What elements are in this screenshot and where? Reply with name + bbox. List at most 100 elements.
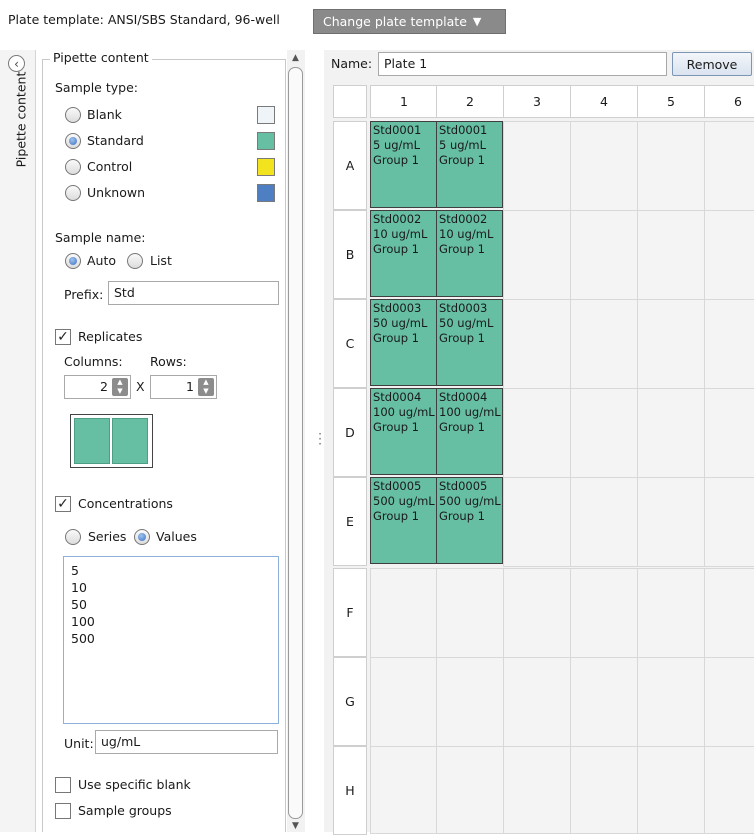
plate-well[interactable] xyxy=(370,746,438,834)
plate-well[interactable] xyxy=(570,299,638,389)
conc-mode-series-radio[interactable] xyxy=(65,529,81,545)
plate-well[interactable]: Std0004 100 ug/mL Group 1 xyxy=(436,388,503,475)
row-header[interactable]: B xyxy=(333,210,367,299)
well-text-line: Group 1 xyxy=(373,331,419,345)
name-mode-auto-radio[interactable] xyxy=(65,253,81,269)
plate-well[interactable] xyxy=(503,746,571,834)
plate-well[interactable]: Std0001 5 ug/mL Group 1 xyxy=(370,121,437,208)
column-header[interactable]: 2 xyxy=(436,85,504,118)
change-plate-template-button[interactable]: Change plate template ▼ xyxy=(313,9,506,34)
well-text-line: Std0003 xyxy=(439,301,488,315)
name-mode-list-radio[interactable] xyxy=(127,253,143,269)
scroll-down-icon[interactable]: ▼ xyxy=(292,821,299,831)
plate-well[interactable] xyxy=(436,568,504,658)
plate-well[interactable] xyxy=(570,746,638,834)
row-header[interactable]: F xyxy=(333,568,367,657)
sample-type-blank-radio[interactable] xyxy=(65,107,81,123)
plate-well[interactable] xyxy=(503,210,571,300)
concentrations-checkbox[interactable]: ✓ xyxy=(55,496,71,512)
row-header[interactable]: D xyxy=(333,388,367,477)
unit-input[interactable]: ug/mL xyxy=(95,730,278,754)
row-header[interactable]: C xyxy=(333,299,367,388)
rows-value: 1 xyxy=(186,379,194,394)
plate-well[interactable] xyxy=(570,121,638,211)
plate-well[interactable] xyxy=(503,568,571,658)
column-header[interactable]: 4 xyxy=(570,85,638,118)
plate-name-input[interactable]: Plate 1 xyxy=(378,52,667,76)
plate-well[interactable] xyxy=(704,657,754,747)
stepper-arrows-icon[interactable]: ▲ ▼ xyxy=(112,378,128,396)
row-header[interactable]: G xyxy=(333,657,367,746)
plate-well[interactable] xyxy=(704,746,754,834)
concentration-value-line: 50 xyxy=(71,597,87,612)
plate-well[interactable] xyxy=(637,388,705,478)
plate-well[interactable] xyxy=(637,299,705,389)
plate-well[interactable]: Std0003 50 ug/mL Group 1 xyxy=(370,299,437,386)
plate-well[interactable]: Std0002 10 ug/mL Group 1 xyxy=(370,210,437,297)
plate-well[interactable] xyxy=(570,210,638,300)
scrollbar-thumb[interactable] xyxy=(288,67,303,819)
rows-stepper[interactable]: 1 ▲ ▼ xyxy=(150,375,217,399)
plate-well[interactable]: Std0005 500 ug/mL Group 1 xyxy=(370,477,437,564)
well-text-line: 50 ug/mL xyxy=(373,316,428,330)
conc-mode-series-label: Series xyxy=(88,529,127,544)
plate-well[interactable]: Std0001 5 ug/mL Group 1 xyxy=(436,121,503,208)
plate-well[interactable] xyxy=(570,388,638,478)
concentration-values-textarea[interactable]: 5 10 50 100 500 xyxy=(63,556,279,724)
replicates-checkbox[interactable]: ✓ xyxy=(55,329,71,345)
plate-well[interactable] xyxy=(370,568,438,658)
sample-groups-checkbox[interactable] xyxy=(55,803,71,819)
use-specific-blank-checkbox[interactable] xyxy=(55,777,71,793)
sample-type-control-radio[interactable] xyxy=(65,159,81,175)
well-text-line: 10 ug/mL xyxy=(439,227,494,241)
plate-well[interactable] xyxy=(637,746,705,834)
column-header[interactable]: 1 xyxy=(370,85,438,118)
plate-well[interactable] xyxy=(503,657,571,747)
scroll-up-icon[interactable]: ▲ xyxy=(292,53,299,63)
plate-well[interactable] xyxy=(704,299,754,389)
column-header[interactable]: 3 xyxy=(503,85,571,118)
plate-well[interactable] xyxy=(704,477,754,567)
plate-well[interactable] xyxy=(704,568,754,658)
plate-well[interactable] xyxy=(637,210,705,300)
plate-well[interactable] xyxy=(436,746,504,834)
plate-well[interactable]: Std0002 10 ug/mL Group 1 xyxy=(436,210,503,297)
well-text-line: Std0005 xyxy=(373,479,422,493)
plate-well[interactable] xyxy=(704,388,754,478)
conc-mode-values-radio[interactable] xyxy=(134,529,150,545)
column-header[interactable]: 6 xyxy=(704,85,754,118)
row-header[interactable]: H xyxy=(333,746,367,835)
plate-well[interactable] xyxy=(570,657,638,747)
plate-well[interactable] xyxy=(637,477,705,567)
row-header[interactable]: E xyxy=(333,477,367,566)
plate-well[interactable] xyxy=(503,477,571,567)
prefix-input[interactable]: Std xyxy=(108,281,279,305)
stepper-arrows-icon[interactable]: ▲ ▼ xyxy=(198,378,214,396)
plate-well[interactable]: Std0004 100 ug/mL Group 1 xyxy=(370,388,437,475)
plate-well[interactable] xyxy=(704,210,754,300)
concentration-value-line: 500 xyxy=(71,631,95,646)
column-header[interactable]: 5 xyxy=(637,85,705,118)
remove-plate-button[interactable]: Remove xyxy=(672,52,752,76)
sample-type-unknown-radio[interactable] xyxy=(65,185,81,201)
columns-stepper[interactable]: 2 ▲ ▼ xyxy=(64,375,131,399)
collapse-left-icon[interactable]: ‹ xyxy=(8,55,25,72)
sample-type-standard-radio[interactable] xyxy=(65,133,81,149)
plate-well[interactable] xyxy=(637,657,705,747)
plate-well[interactable] xyxy=(570,477,638,567)
replicate-preview-cell xyxy=(74,418,110,464)
plate-well[interactable] xyxy=(637,121,705,211)
plate-well[interactable] xyxy=(503,388,571,478)
plate-well[interactable] xyxy=(570,568,638,658)
plate-well[interactable] xyxy=(436,657,504,747)
sample-type-standard-swatch xyxy=(257,132,275,150)
row-header[interactable]: A xyxy=(333,121,367,210)
plate-well[interactable] xyxy=(637,568,705,658)
plate-well[interactable] xyxy=(370,657,438,747)
plate-well[interactable]: Std0005 500 ug/mL Group 1 xyxy=(436,477,503,564)
plate-well[interactable] xyxy=(503,299,571,389)
plate-well[interactable] xyxy=(704,121,754,211)
splitter-grip-icon[interactable]: · · · xyxy=(317,428,323,450)
plate-well[interactable] xyxy=(503,121,571,211)
plate-well[interactable]: Std0003 50 ug/mL Group 1 xyxy=(436,299,503,386)
